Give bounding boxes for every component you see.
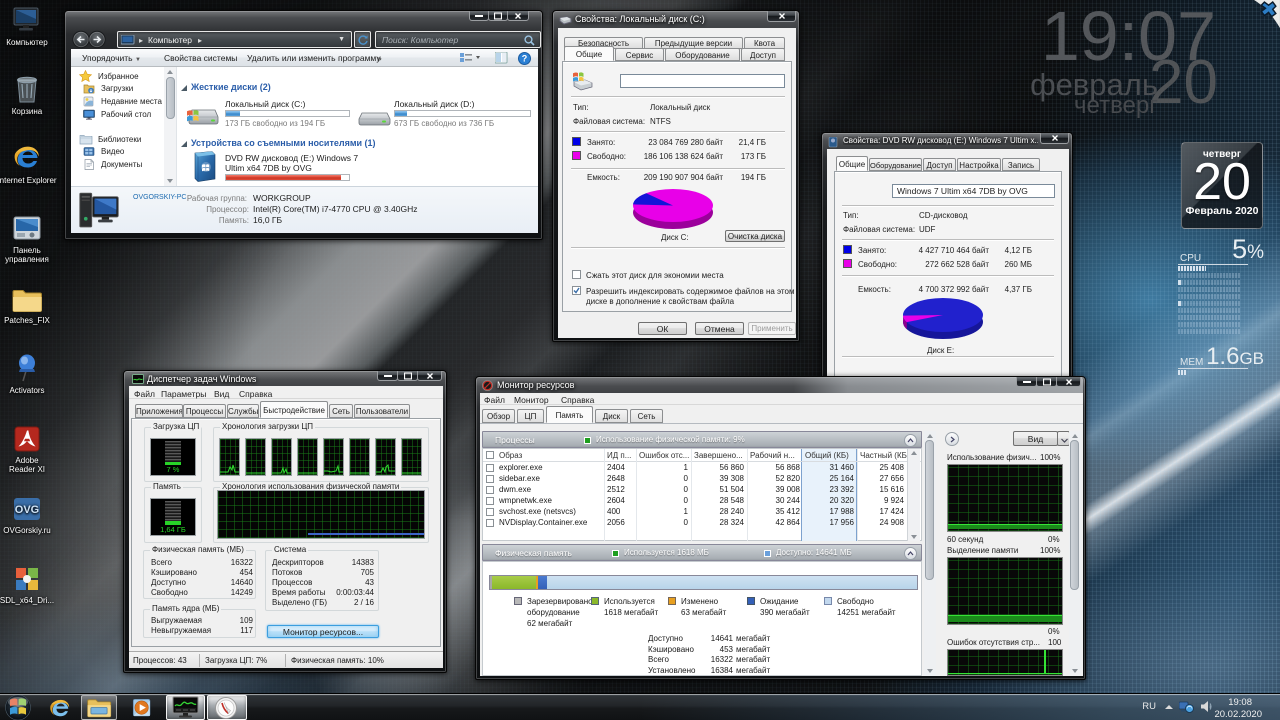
svg-text:?: ? [522, 53, 528, 63]
svg-text:OVG: OVG [15, 504, 39, 516]
